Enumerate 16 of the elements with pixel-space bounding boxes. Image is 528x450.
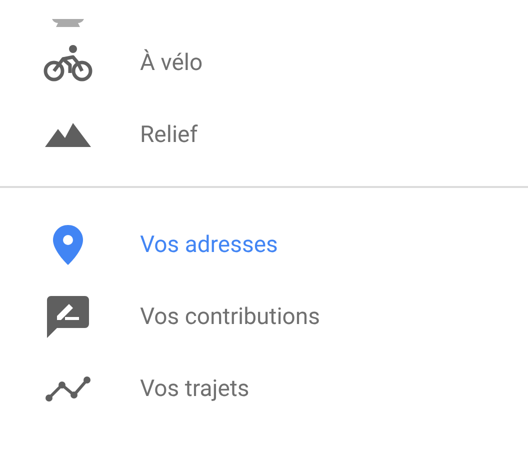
timeline-icon [45, 376, 91, 402]
bicycle-icon [43, 43, 93, 83]
menu-item-label: Relief [140, 120, 198, 150]
mountain-icon [45, 123, 91, 147]
menu-item[interactable]: Relief [0, 99, 528, 171]
menu-item-label: Vos trajets [140, 374, 250, 404]
menu-item[interactable]: À vélo [0, 27, 528, 99]
menu-item-label: Vos contributions [140, 302, 320, 332]
edit-comment-icon [47, 296, 89, 338]
menu-item[interactable]: Vos contributions [0, 281, 528, 353]
partial-icon [52, 19, 84, 27]
menu-item[interactable]: Vos trajets [0, 353, 528, 425]
menu-item-label: À vélo [140, 48, 203, 78]
menu-item[interactable]: Vos adresses [0, 209, 528, 281]
menu-item-label: Vos adresses [140, 230, 278, 260]
location-pin-icon [53, 225, 83, 265]
